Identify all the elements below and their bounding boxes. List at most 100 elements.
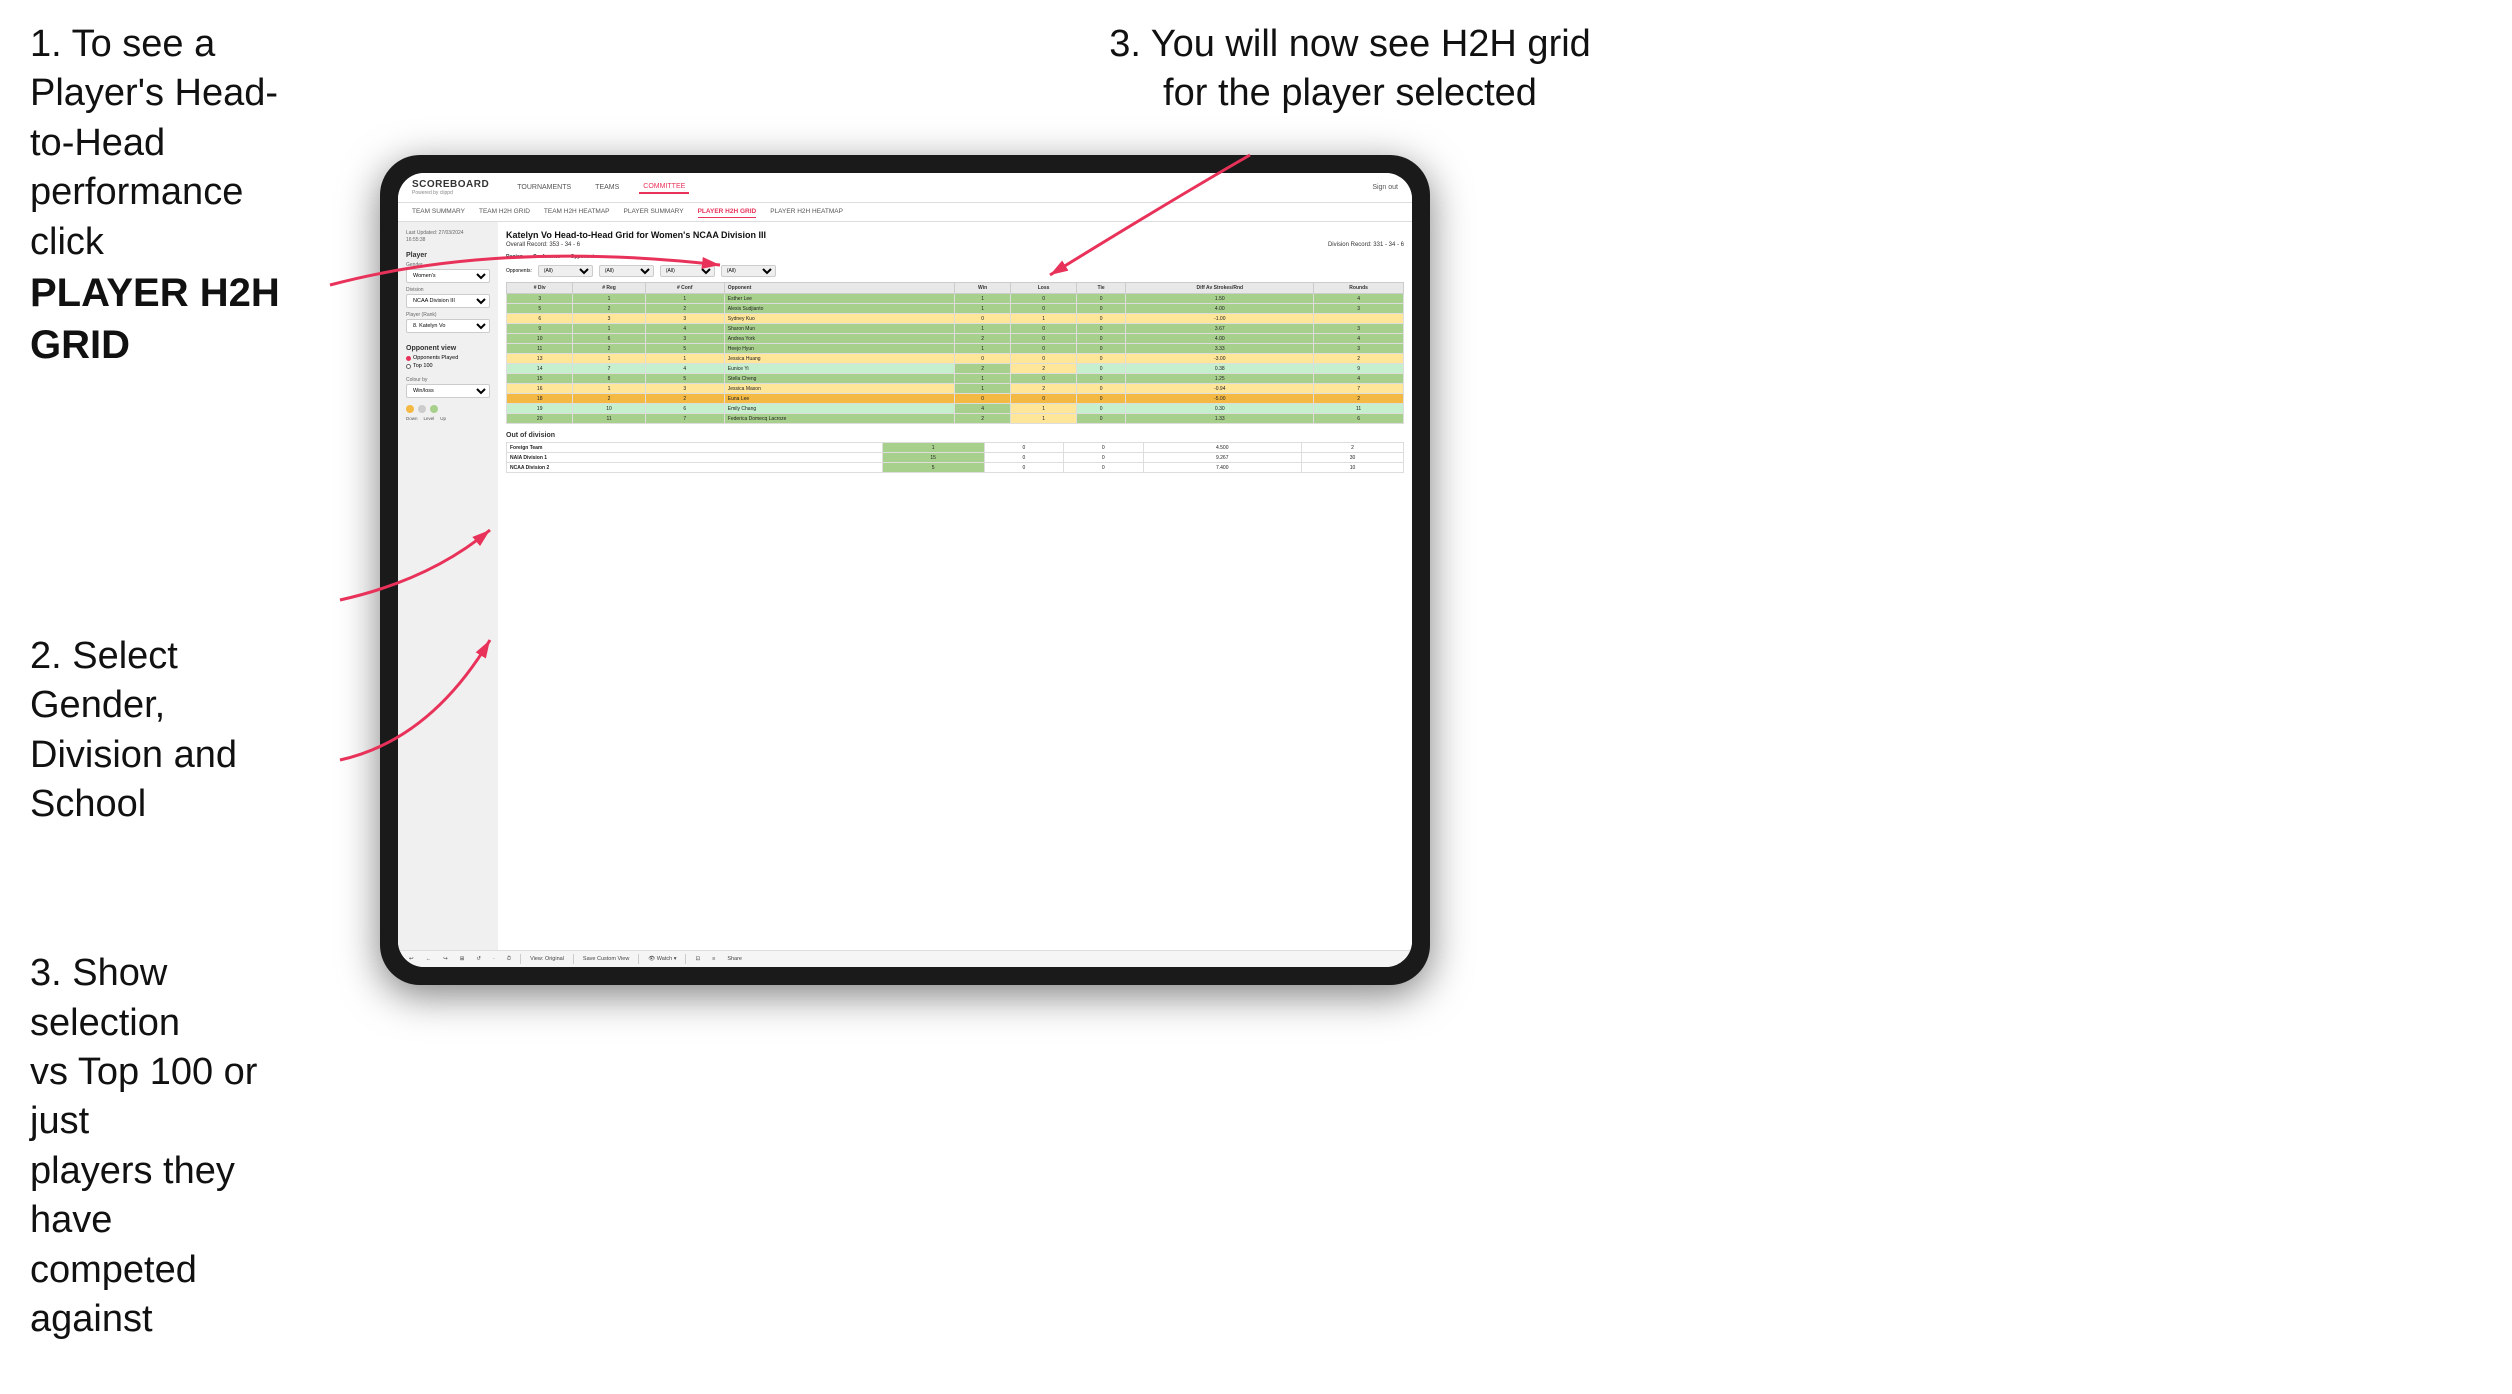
toolbar-watch[interactable]: 👁 Watch ▾: [645, 955, 679, 963]
division-select[interactable]: NCAA Division III: [406, 294, 490, 308]
conference-filter-select[interactable]: (All): [660, 265, 715, 277]
td-reg: 1: [573, 294, 645, 304]
step1-text: 1. To see a Player's Head- to-Head perfo…: [30, 20, 310, 372]
opponents-select[interactable]: (All): [538, 265, 593, 277]
ood-diff: 9.267: [1143, 453, 1301, 463]
radio-label-top100: Top 100: [413, 363, 433, 369]
ood-loss: 0: [984, 453, 1063, 463]
td-opponent: Eunice Yi: [724, 364, 954, 374]
td-win: 0: [954, 394, 1011, 404]
table-row: 6 3 3 Sydney Kuo 0 1 0 -1.00: [507, 314, 1404, 324]
ood-tie: 0: [1064, 453, 1143, 463]
td-loss: 1: [1011, 314, 1076, 324]
table-row: 19 10 6 Emily Chang 4 1 0 0.30 11: [507, 404, 1404, 414]
table-row: 14 7 4 Eunice Yi 2 2 0 0.38 9: [507, 364, 1404, 374]
table-row: 18 2 2 Euna Lee 0 0 0 -5.00 2: [507, 394, 1404, 404]
td-loss: 0: [1011, 334, 1076, 344]
sub-nav-team-h2h-grid[interactable]: TEAM H2H GRID: [479, 206, 530, 218]
nav-tournaments[interactable]: TOURNAMENTS: [513, 182, 575, 193]
ood-row: Foreign Team 1 0 0 4.500 2: [507, 443, 1404, 453]
radio-opponents-played[interactable]: Opponents Played: [406, 355, 490, 361]
td-conf: 4: [645, 324, 724, 334]
td-loss: 0: [1011, 394, 1076, 404]
region-select[interactable]: (All): [599, 265, 654, 277]
ood-win: 15: [882, 453, 984, 463]
td-loss: 0: [1011, 304, 1076, 314]
colour-up: [430, 405, 438, 413]
logo-area: SCOREBOARD Powered by clippd: [412, 179, 489, 196]
opponent-filter-select[interactable]: (All): [721, 265, 776, 277]
sub-nav-player-summary[interactable]: PLAYER SUMMARY: [624, 206, 684, 218]
toolbar-grid[interactable]: ⊞: [457, 955, 468, 963]
colour-level-label: Level: [424, 416, 435, 421]
td-rounds: 3: [1314, 304, 1404, 314]
radio-top100[interactable]: Top 100: [406, 363, 490, 369]
nav-sign-out[interactable]: Sign out: [1372, 184, 1398, 191]
opponent-label: Opponent: [570, 254, 594, 260]
ood-name: Foreign Team: [507, 443, 883, 453]
td-div: 10: [507, 334, 573, 344]
td-div: 19: [507, 404, 573, 414]
table-row: 10 6 3 Andrea York 2 0 0 4.00 4: [507, 334, 1404, 344]
ood-row: NCAA Division 2 5 0 0 7.400 10: [507, 463, 1404, 473]
td-conf: 3: [645, 314, 724, 324]
overall-record: Overall Record: 353 - 34 - 6: [506, 242, 580, 248]
td-diff: 0.30: [1126, 404, 1314, 414]
sub-nav-player-h2h-heatmap[interactable]: PLAYER H2H HEATMAP: [770, 206, 843, 218]
td-opponent: Esther Lee: [724, 294, 954, 304]
ood-rounds: 30: [1301, 453, 1403, 463]
colour-down: [406, 405, 414, 413]
toolbar-refresh[interactable]: ↺: [473, 955, 484, 963]
tablet-frame: SCOREBOARD Powered by clippd TOURNAMENTS…: [380, 155, 1430, 985]
toolbar-view-original[interactable]: View: Original: [527, 955, 567, 963]
td-reg: 10: [573, 404, 645, 414]
td-conf: 1: [645, 294, 724, 304]
toolbar-undo[interactable]: ↩: [406, 955, 417, 963]
td-win: 2: [954, 334, 1011, 344]
colour-by-select[interactable]: Win/loss: [406, 384, 490, 398]
toolbar-time[interactable]: ⏱: [504, 955, 514, 964]
td-rounds: 11: [1314, 404, 1404, 414]
toolbar-dot[interactable]: ·: [490, 955, 498, 963]
table-row: 20 11 7 Federica Domecq Lacroze 2 1 0 1.…: [507, 414, 1404, 424]
td-tie: 0: [1076, 304, 1126, 314]
region-label: Region: [506, 254, 523, 260]
td-conf: 7: [645, 414, 724, 424]
filter-conference: Conference: [533, 254, 561, 260]
th-div: # Div: [507, 283, 573, 294]
sidebar-gender-label: Gender: [406, 262, 490, 268]
th-rounds: Rounds: [1314, 283, 1404, 294]
toolbar-redo[interactable]: ↪: [440, 955, 451, 963]
td-loss: 1: [1011, 404, 1076, 414]
td-div: 6: [507, 314, 573, 324]
toolbar-menu[interactable]: ≡: [709, 955, 718, 963]
td-tie: 0: [1076, 324, 1126, 334]
page-title: Katelyn Vo Head-to-Head Grid for Women's…: [506, 230, 1404, 240]
td-conf: 6: [645, 404, 724, 414]
sub-nav-team-h2h-heatmap[interactable]: TEAM H2H HEATMAP: [544, 206, 610, 218]
colour-circles: [406, 405, 490, 413]
nav-committee[interactable]: COMMITTEE: [639, 181, 689, 194]
toolbar-share[interactable]: Share: [724, 955, 745, 963]
toolbar-save-custom[interactable]: Save Custom View: [580, 955, 632, 963]
sidebar-last-updated: Last Updated: 27/03/202416:55:38: [406, 230, 490, 244]
sub-nav-player-h2h-grid[interactable]: PLAYER H2H GRID: [698, 206, 757, 218]
td-opponent: Sharon Mun: [724, 324, 954, 334]
td-reg: 2: [573, 394, 645, 404]
td-opponent: Andrea York: [724, 334, 954, 344]
nav-teams[interactable]: TEAMS: [591, 182, 623, 193]
toolbar-grid2[interactable]: ⊡: [692, 955, 703, 963]
toolbar-divider1: [520, 954, 521, 964]
sub-nav-team-summary[interactable]: TEAM SUMMARY: [412, 206, 465, 218]
th-diff: Diff Av Strokes/Rnd: [1126, 283, 1314, 294]
gender-select[interactable]: Women's: [406, 269, 490, 283]
td-reg: 1: [573, 354, 645, 364]
toolbar-back[interactable]: ←: [423, 955, 435, 963]
ood-win: 1: [882, 443, 984, 453]
td-div: 14: [507, 364, 573, 374]
td-opponent: Jessica Huang: [724, 354, 954, 364]
player-rank-select[interactable]: 8. Katelyn Vo: [406, 319, 490, 333]
td-opponent: Emily Chang: [724, 404, 954, 414]
opponents-filter-row: Opponents: (All) (All) (All) (All): [506, 265, 1404, 277]
out-of-division-table: Foreign Team 1 0 0 4.500 2 NAIA Division…: [506, 442, 1404, 473]
